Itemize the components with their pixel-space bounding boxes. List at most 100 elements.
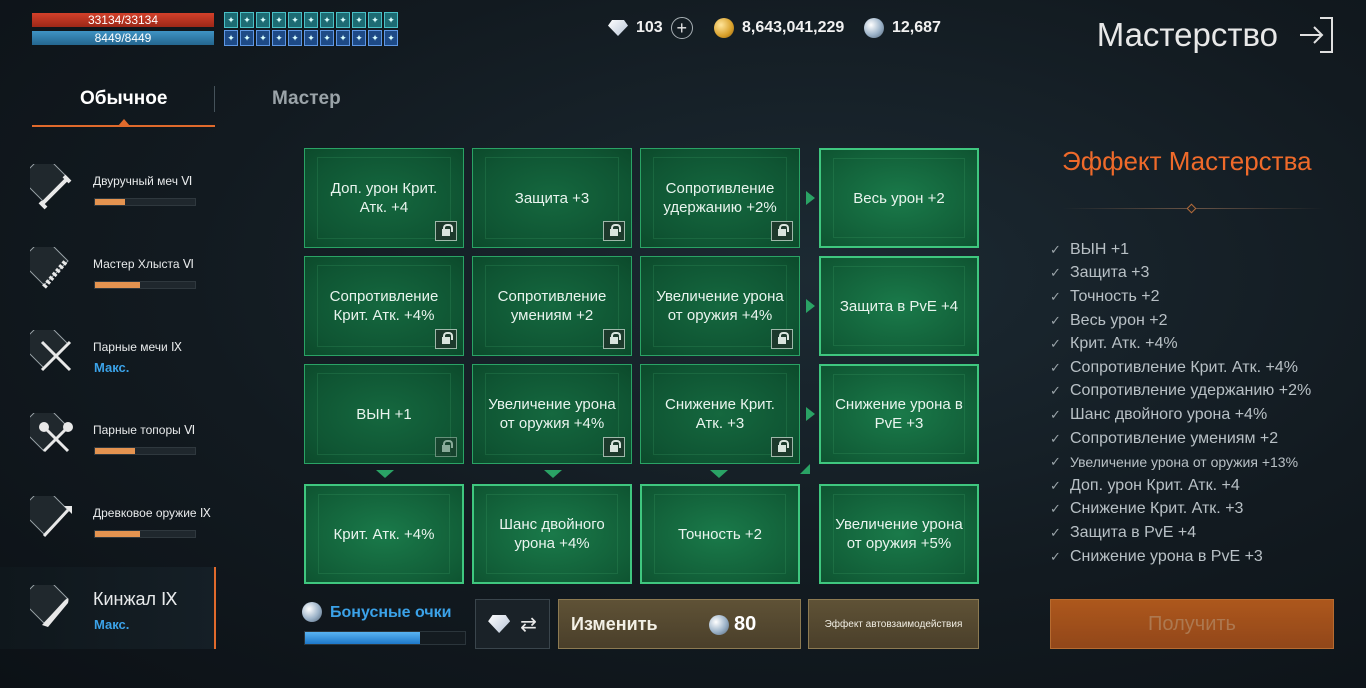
weapon-progress-bar (94, 281, 196, 289)
mastery-cell-label: Сопротивление Крит. Атк. +4% (329, 288, 439, 324)
lock-icon (603, 329, 625, 349)
mastery-cell[interactable]: ВЫН +1 (304, 364, 464, 464)
mastery-cell[interactable]: Точность +2 (640, 484, 800, 584)
buff-icon[interactable]: ✦ (304, 12, 318, 28)
two-handed-sword-icon (30, 164, 72, 210)
buff-icon[interactable]: ✦ (304, 30, 318, 46)
check-icon: ✓ (1050, 359, 1061, 375)
weapon-item[interactable]: Мастер Хлыста Ⅵ (0, 229, 216, 311)
effect-item: ✓ Сопротивление удержанию +2% (1050, 380, 1350, 404)
swap-arrows-icon: ⇄ (520, 613, 537, 636)
bonus-points-fill (305, 632, 421, 644)
mastery-cell[interactable]: Снижение урона в PvE +3 (819, 364, 979, 464)
mastery-cell-label: Крит. Атк. +4% (333, 525, 435, 543)
buff-icon[interactable]: ✦ (336, 12, 350, 28)
mastery-cell-label: Снижение урона в PvE +3 (835, 396, 963, 432)
tab-bar: Обычное Мастер (32, 80, 432, 128)
buff-icon[interactable]: ✦ (224, 12, 238, 28)
gold-currency: 8,643,041,229 (714, 16, 844, 40)
buff-icon[interactable]: ✦ (384, 30, 398, 46)
mastery-cell[interactable]: Сопротивление умениям +2 (472, 256, 632, 356)
lock-icon (603, 221, 625, 241)
effect-item: ✓ Крит. Атк. +4% (1050, 332, 1350, 356)
buff-icon[interactable]: ✦ (352, 30, 366, 46)
effect-item-label: Весь урон +2 (1070, 311, 1168, 329)
buff-icon[interactable]: ✦ (384, 12, 398, 28)
mastery-cell-label: Сопротивление удержанию +2% (663, 180, 777, 216)
exit-icon[interactable] (1298, 14, 1336, 56)
buff-icon[interactable]: ✦ (224, 30, 238, 46)
mastery-cell-label: Доп. урон Крит. Атк. +4 (330, 180, 438, 216)
arrow-right-icon (806, 299, 815, 313)
buff-icon[interactable]: ✦ (368, 12, 382, 28)
tab-master[interactable]: Мастер (272, 88, 341, 110)
buff-icon[interactable]: ✦ (352, 12, 366, 28)
mastery-grid: Доп. урон Крит. Атк. +4 Защита +3 Сопротив… (304, 148, 980, 586)
buff-icon[interactable]: ✦ (320, 12, 334, 28)
buff-icon[interactable]: ✦ (240, 12, 254, 28)
weapon-progress-bar (94, 447, 196, 455)
diamond-icon (488, 615, 511, 633)
weapon-progress-bar (94, 198, 196, 206)
check-icon: ✓ (1050, 312, 1061, 328)
mastery-cell[interactable]: Крит. Атк. +4% (304, 484, 464, 584)
diamond-icon (608, 20, 628, 36)
swap-currency-button[interactable]: ⇄ (475, 599, 550, 649)
weapon-item[interactable]: Парные мечи Ⅸ Макс. (0, 312, 216, 394)
tab-active-caret (118, 118, 130, 126)
mastery-cell[interactable]: Увеличение урона от оружия +5% (819, 484, 979, 584)
arrow-right-icon (806, 191, 815, 205)
check-icon: ✓ (1050, 406, 1061, 422)
check-icon: ✓ (1050, 477, 1061, 493)
mastery-cell[interactable]: Весь урон +2 (819, 148, 979, 248)
check-icon: ✓ (1050, 501, 1061, 517)
mastery-cell[interactable]: Сопротивление удержанию +2% (640, 148, 800, 248)
mastery-cell[interactable]: Сопротивление Крит. Атк. +4% (304, 256, 464, 356)
add-diamonds-button[interactable]: + (670, 17, 693, 39)
buff-icon[interactable]: ✦ (272, 30, 286, 46)
mastery-cell[interactable]: Защита +3 (472, 148, 632, 248)
weapon-name: Кинжал Ⅸ (93, 589, 178, 609)
buff-icon[interactable]: ✦ (320, 30, 334, 46)
mastery-cell[interactable]: Доп. урон Крит. Атк. +4 (304, 148, 464, 248)
effect-item-label: Доп. урон Крит. Атк. +4 (1070, 476, 1240, 494)
get-button[interactable]: Получить (1050, 599, 1334, 649)
buff-icon[interactable]: ✦ (336, 30, 350, 46)
mastery-cell-label: Увеличение урона от оружия +4% (656, 288, 784, 324)
buff-icon[interactable]: ✦ (240, 30, 254, 46)
weapon-item[interactable]: Двуручный меч Ⅵ (0, 146, 216, 228)
buff-icon[interactable]: ✦ (272, 12, 286, 28)
mastery-cell[interactable]: Увеличение урона от оружия +4% (640, 256, 800, 356)
buff-icon[interactable]: ✦ (256, 30, 270, 46)
buff-icon[interactable]: ✦ (288, 12, 302, 28)
check-icon: ✓ (1050, 265, 1061, 281)
mastery-cell-label: Точность +2 (678, 525, 762, 543)
weapon-item[interactable]: Кинжал Ⅸ Макс. (0, 567, 216, 649)
mastery-cell[interactable]: Шанс двойного урона +4% (472, 484, 632, 584)
mastery-cell-label: Увеличение урона от оружия +4% (488, 396, 616, 432)
hp-bar: 33134/33134 (32, 13, 214, 27)
effect-item: ✓ Защита в PvE +4 (1050, 521, 1350, 545)
change-button[interactable]: Изменить 80 (558, 599, 801, 649)
weapon-progress-bar (94, 530, 196, 538)
auto-interaction-effect-button[interactable]: Эффект автовзаимодействия (808, 599, 979, 649)
check-icon: ✓ (1050, 336, 1061, 352)
buff-icon[interactable]: ✦ (288, 30, 302, 46)
mastery-cell[interactable]: Снижение Крит. Атк. +3 (640, 364, 800, 464)
effect-item-label: Снижение урона в PvE +3 (1070, 547, 1263, 565)
buff-icon[interactable]: ✦ (368, 30, 382, 46)
weapon-item[interactable]: Парные топоры Ⅵ (0, 395, 216, 477)
lock-icon (435, 329, 457, 349)
check-icon: ✓ (1050, 524, 1061, 540)
buff-list: ✦ ✦ ✦ ✦ ✦ ✦ ✦ ✦ ✦ ✦ ✦ ✦ ✦ ✦ ✦ ✦ ✦ ✦ ✦ ✦ ✦ ✦ (224, 12, 398, 46)
weapon-item[interactable]: Древковое оружие Ⅸ (0, 478, 216, 560)
page-title: Мастерство (1096, 16, 1278, 53)
tab-normal[interactable]: Обычное (80, 88, 167, 110)
effect-item-label: ВЫН +1 (1070, 240, 1130, 258)
mastery-cell[interactable]: Защита в PvE +4 (819, 256, 979, 356)
mastery-cell[interactable]: Увеличение урона от оружия +4% (472, 364, 632, 464)
effect-item: ✓ Сопротивление Крит. Атк. +4% (1050, 356, 1350, 380)
mastery-cell-label: ВЫН +1 (356, 405, 412, 423)
bonus-orb-icon (302, 602, 322, 622)
buff-icon[interactable]: ✦ (256, 12, 270, 28)
